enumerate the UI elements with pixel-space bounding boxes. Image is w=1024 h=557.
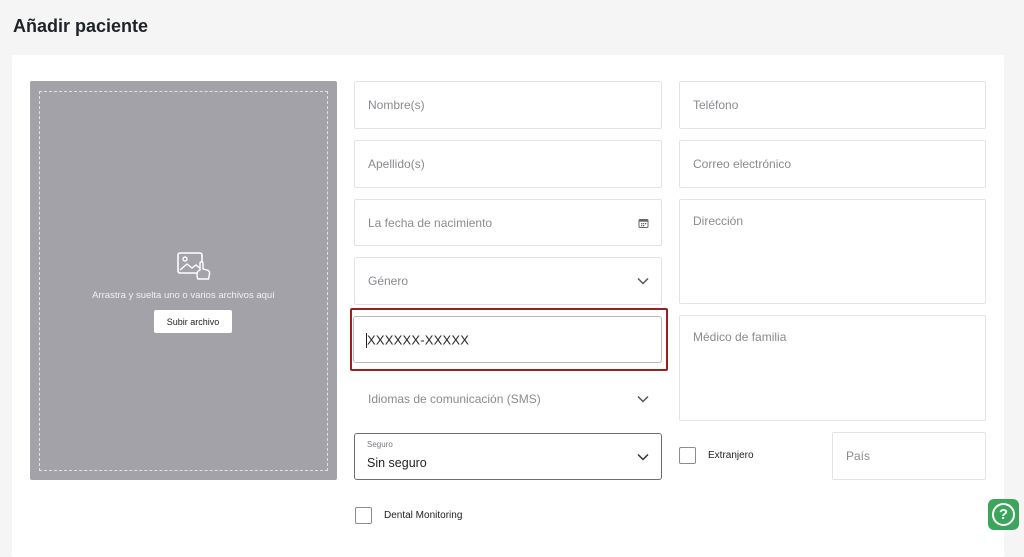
file-dropzone[interactable]: Arrastra y suelta uno o varios archivos … xyxy=(30,81,337,480)
idiomas-placeholder: Idiomas de comunicación (SMS) xyxy=(368,391,541,406)
telefono-placeholder: Teléfono xyxy=(693,98,739,112)
nombre-placeholder: Nombre(s) xyxy=(368,98,425,112)
chevron-down-icon xyxy=(637,277,649,285)
telefono-field[interactable]: Teléfono xyxy=(679,81,986,129)
dropzone-border: Arrastra y suelta uno o varios archivos … xyxy=(39,91,328,471)
correo-field[interactable]: Correo electrónico xyxy=(679,140,986,188)
medico-familia-field[interactable]: Médico de familia xyxy=(679,315,986,421)
correo-placeholder: Correo electrónico xyxy=(693,157,792,171)
genero-placeholder: Género xyxy=(368,274,409,288)
extranjero-label: Extranjero xyxy=(708,450,754,461)
idiomas-select[interactable]: Idiomas de comunicación (SMS) xyxy=(354,375,662,422)
page-title: Añadir paciente xyxy=(13,16,149,36)
chevron-down-icon xyxy=(637,395,649,403)
apellido-placeholder: Apellido(s) xyxy=(368,157,425,171)
seguro-value: Sin seguro xyxy=(367,456,427,470)
phone-value: XXXXXX-XXXXX xyxy=(367,332,470,347)
genero-select[interactable]: Género xyxy=(354,257,662,305)
chevron-down-icon xyxy=(637,453,649,461)
nombre-field[interactable]: Nombre(s) xyxy=(354,81,662,129)
help-button[interactable]: ? xyxy=(988,499,1019,530)
dropzone-instruction: Arrastra y suelta uno o varios archivos … xyxy=(92,290,275,301)
medico-placeholder: Médico de familia xyxy=(693,330,787,344)
seguro-select[interactable]: Seguro Sin seguro xyxy=(354,433,662,480)
dental-monitoring-label: Dental Monitoring xyxy=(384,510,463,521)
help-question-icon: ? xyxy=(992,503,1015,526)
direccion-field[interactable]: Dirección xyxy=(679,199,986,304)
pais-placeholder: País xyxy=(846,449,871,463)
fecha-placeholder: La fecha de nacimiento xyxy=(368,215,493,230)
seguro-label: Seguro xyxy=(367,440,393,449)
dental-monitoring-checkbox[interactable] xyxy=(355,507,372,524)
calendar-icon[interactable] xyxy=(638,217,649,228)
phone-input[interactable]: XXXXXX-XXXXX xyxy=(353,316,662,363)
image-upload-icon xyxy=(177,252,211,280)
upload-file-button[interactable]: Subir archivo xyxy=(154,310,232,333)
extranjero-checkbox[interactable] xyxy=(679,447,696,464)
pais-field[interactable]: País xyxy=(832,432,986,480)
fecha-nacimiento-field[interactable]: La fecha de nacimiento xyxy=(354,199,662,246)
direccion-placeholder: Dirección xyxy=(693,214,744,228)
apellido-field[interactable]: Apellido(s) xyxy=(354,140,662,188)
